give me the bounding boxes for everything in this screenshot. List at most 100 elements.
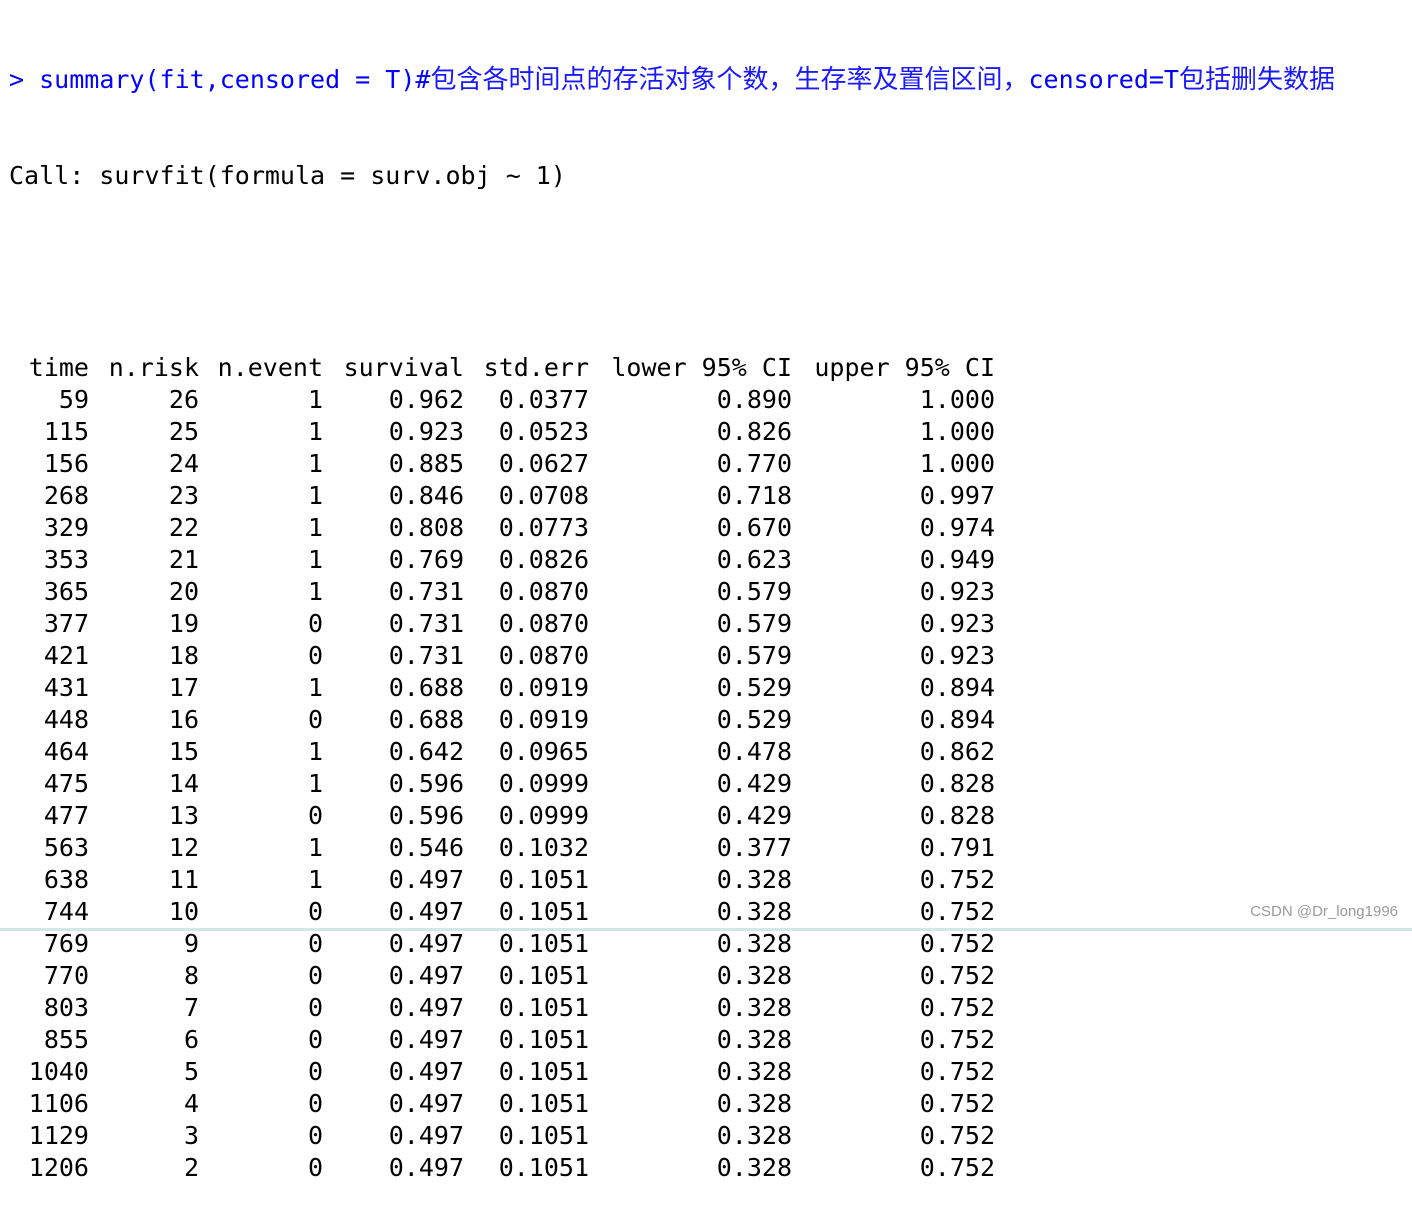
table-row: 421 18 0 0.731 0.0870 0.579 0.923 <box>11 640 995 672</box>
cell-survival: 0.642 <box>388 737 464 766</box>
header-n-event: n.event <box>217 353 323 382</box>
table-row: 638 11 1 0.497 0.1051 0.328 0.752 <box>11 864 995 896</box>
cell-n-risk: 11 <box>168 865 199 894</box>
cell-n-event: 0 <box>307 929 323 958</box>
cell-lower-ci: 0.429 <box>716 769 792 798</box>
cell-time: 769 <box>43 929 89 958</box>
cell-std-err: 0.1051 <box>498 961 589 990</box>
cell-time: 268 <box>43 481 89 510</box>
cell-lower-ci: 0.623 <box>716 545 792 574</box>
cell-n-risk: 2 <box>183 1153 199 1182</box>
cell-upper-ci: 0.923 <box>919 641 995 670</box>
cell-survival: 0.769 <box>388 545 464 574</box>
cell-n-risk: 9 <box>183 929 199 958</box>
cell-n-event: 0 <box>307 897 323 926</box>
cell-lower-ci: 0.328 <box>716 1089 792 1118</box>
header-std-err: std.err <box>483 353 589 382</box>
cell-n-event: 1 <box>307 545 323 574</box>
cell-n-event: 0 <box>307 1121 323 1150</box>
cell-lower-ci: 0.328 <box>716 1025 792 1054</box>
table-row: 353 21 1 0.769 0.0826 0.623 0.949 <box>11 544 995 576</box>
cell-survival: 0.596 <box>388 769 464 798</box>
cell-lower-ci: 0.429 <box>716 801 792 830</box>
cell-std-err: 0.0708 <box>498 481 589 510</box>
cell-std-err: 0.0870 <box>498 609 589 638</box>
cell-lower-ci: 0.770 <box>716 449 792 478</box>
cell-std-err: 0.1051 <box>498 929 589 958</box>
r-console-output: > summary(fit,censored = T)#包含各时间点的存活对象个… <box>9 0 1335 1216</box>
cell-upper-ci: 0.752 <box>919 929 995 958</box>
cell-std-err: 0.1051 <box>498 1153 589 1182</box>
cell-lower-ci: 0.478 <box>716 737 792 766</box>
cell-n-event: 1 <box>307 513 323 542</box>
command-comment: 包含各时间点的存活对象个数，生存率及置信区间， <box>430 65 1029 95</box>
cell-time: 59 <box>58 385 89 414</box>
cell-lower-ci: 0.529 <box>716 705 792 734</box>
cell-survival: 0.497 <box>388 929 464 958</box>
cell-survival: 0.731 <box>388 609 464 638</box>
cell-time: 563 <box>43 833 89 862</box>
cell-n-event: 0 <box>307 1153 323 1182</box>
cell-std-err: 0.0523 <box>498 417 589 446</box>
cell-survival: 0.497 <box>388 1153 464 1182</box>
cell-n-event: 0 <box>307 1025 323 1054</box>
cell-time: 377 <box>43 609 89 638</box>
cell-std-err: 0.1051 <box>498 1025 589 1054</box>
cell-time: 1206 <box>28 1153 89 1182</box>
cell-upper-ci: 0.828 <box>919 801 995 830</box>
cell-upper-ci: 1.000 <box>919 417 995 446</box>
cell-std-err: 0.1051 <box>498 1057 589 1086</box>
cell-lower-ci: 0.328 <box>716 865 792 894</box>
cell-lower-ci: 0.328 <box>716 993 792 1022</box>
cell-lower-ci: 0.328 <box>716 1121 792 1150</box>
cell-std-err: 0.0999 <box>498 769 589 798</box>
cell-n-risk: 25 <box>168 417 199 446</box>
table-row: 431 17 1 0.688 0.0919 0.529 0.894 <box>11 672 995 704</box>
table-body: 59 26 1 0.962 0.0377 0.890 1.000 115 25 1 0.923 0.0… <box>11 384 995 1184</box>
cell-n-risk: 19 <box>168 609 199 638</box>
cell-upper-ci: 0.949 <box>919 545 995 574</box>
cell-n-event: 0 <box>307 705 323 734</box>
table-row: 475 14 1 0.596 0.0999 0.429 0.828 <box>11 768 995 800</box>
cell-n-risk: 18 <box>168 641 199 670</box>
table-row: 1206 2 0 0.497 0.1051 0.328 0.752 <box>11 1152 995 1184</box>
cell-upper-ci: 0.791 <box>919 833 995 862</box>
cell-n-risk: 20 <box>168 577 199 606</box>
cell-survival: 0.497 <box>388 961 464 990</box>
cell-std-err: 0.0965 <box>498 737 589 766</box>
cell-time: 353 <box>43 545 89 574</box>
cell-n-risk: 22 <box>168 513 199 542</box>
cell-time: 156 <box>43 449 89 478</box>
cell-std-err: 0.1032 <box>498 833 589 862</box>
cell-lower-ci: 0.579 <box>716 641 792 670</box>
cell-n-event: 1 <box>307 673 323 702</box>
cell-time: 475 <box>43 769 89 798</box>
cell-survival: 0.546 <box>388 833 464 862</box>
cell-survival: 0.846 <box>388 481 464 510</box>
survival-summary-table: time n.risk n.event survival std.err low… <box>11 352 995 1184</box>
cell-lower-ci: 0.890 <box>716 385 792 414</box>
cell-time: 1129 <box>28 1121 89 1150</box>
cell-time: 803 <box>43 993 89 1022</box>
cell-time: 1106 <box>28 1089 89 1118</box>
cell-n-event: 1 <box>307 449 323 478</box>
table-row: 377 19 0 0.731 0.0870 0.579 0.923 <box>11 608 995 640</box>
cell-survival: 0.731 <box>388 641 464 670</box>
cell-time: 477 <box>43 801 89 830</box>
table-row: 268 23 1 0.846 0.0708 0.718 0.997 <box>11 480 995 512</box>
table-row: 365 20 1 0.731 0.0870 0.579 0.923 <box>11 576 995 608</box>
cell-upper-ci: 0.828 <box>919 769 995 798</box>
cell-upper-ci: 0.862 <box>919 737 995 766</box>
cell-lower-ci: 0.826 <box>716 417 792 446</box>
cell-survival: 0.497 <box>388 1025 464 1054</box>
cell-n-event: 1 <box>307 417 323 446</box>
cell-std-err: 0.1051 <box>498 897 589 926</box>
cell-time: 1040 <box>28 1057 89 1086</box>
cell-std-err: 0.1051 <box>498 993 589 1022</box>
cell-time: 744 <box>43 897 89 926</box>
cell-n-event: 0 <box>307 993 323 1022</box>
header-upper-ci: upper 95% CI <box>814 353 995 382</box>
cell-lower-ci: 0.377 <box>716 833 792 862</box>
cell-upper-ci: 0.894 <box>919 673 995 702</box>
